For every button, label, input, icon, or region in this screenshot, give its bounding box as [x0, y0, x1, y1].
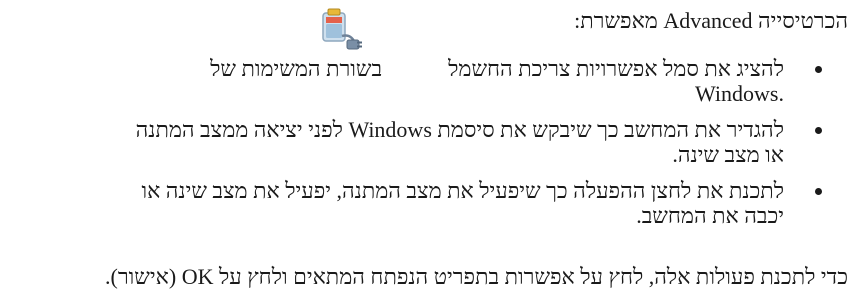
power-options-icon — [322, 8, 362, 50]
list-item: לתכנת את לחצן ההפעלה כך שיפעיל את מצב המ… — [2, 178, 822, 228]
bullet-dot — [815, 127, 822, 134]
list-item-text: או מצב שינה. — [672, 142, 784, 167]
document-page: הכרטיסייה Advanced מאפשרת: להציג את סמל … — [0, 0, 849, 296]
list-item: להציג את סמל אפשרויות צריכת החשמל בשורת ה… — [2, 56, 822, 106]
list-item: להגדיר את המחשב כך שיבקש את סיסמת Window… — [2, 117, 822, 167]
list-item-text: להציג את סמל אפשרויות צריכת החשמל — [448, 56, 784, 81]
bullet-dot — [815, 66, 822, 73]
intro-text: הכרטיסייה Advanced מאפשרת: — [574, 8, 848, 33]
list-item-text: .Windows — [695, 81, 784, 106]
outro-text: כדי לתכנת פעולות אלה, לחץ על אפשרות בתפר… — [105, 264, 848, 289]
list-item-text: לתכנת את לחצן ההפעלה כך שיפעיל את מצב המ… — [141, 178, 784, 203]
list-item-text: יכבה את המחשב. — [636, 203, 784, 228]
list-item-line: להציג את סמל אפשרויות צריכת החשמל בשורת ה… — [2, 56, 784, 81]
feature-list: להציג את סמל אפשרויות צריכת החשמל בשורת ה… — [2, 56, 822, 239]
bullet-dot — [815, 188, 822, 195]
list-item-text: בשורת המשימות של — [210, 56, 383, 81]
list-item-text: להגדיר את המחשב כך שיבקש את סיסמת Window… — [135, 117, 784, 142]
